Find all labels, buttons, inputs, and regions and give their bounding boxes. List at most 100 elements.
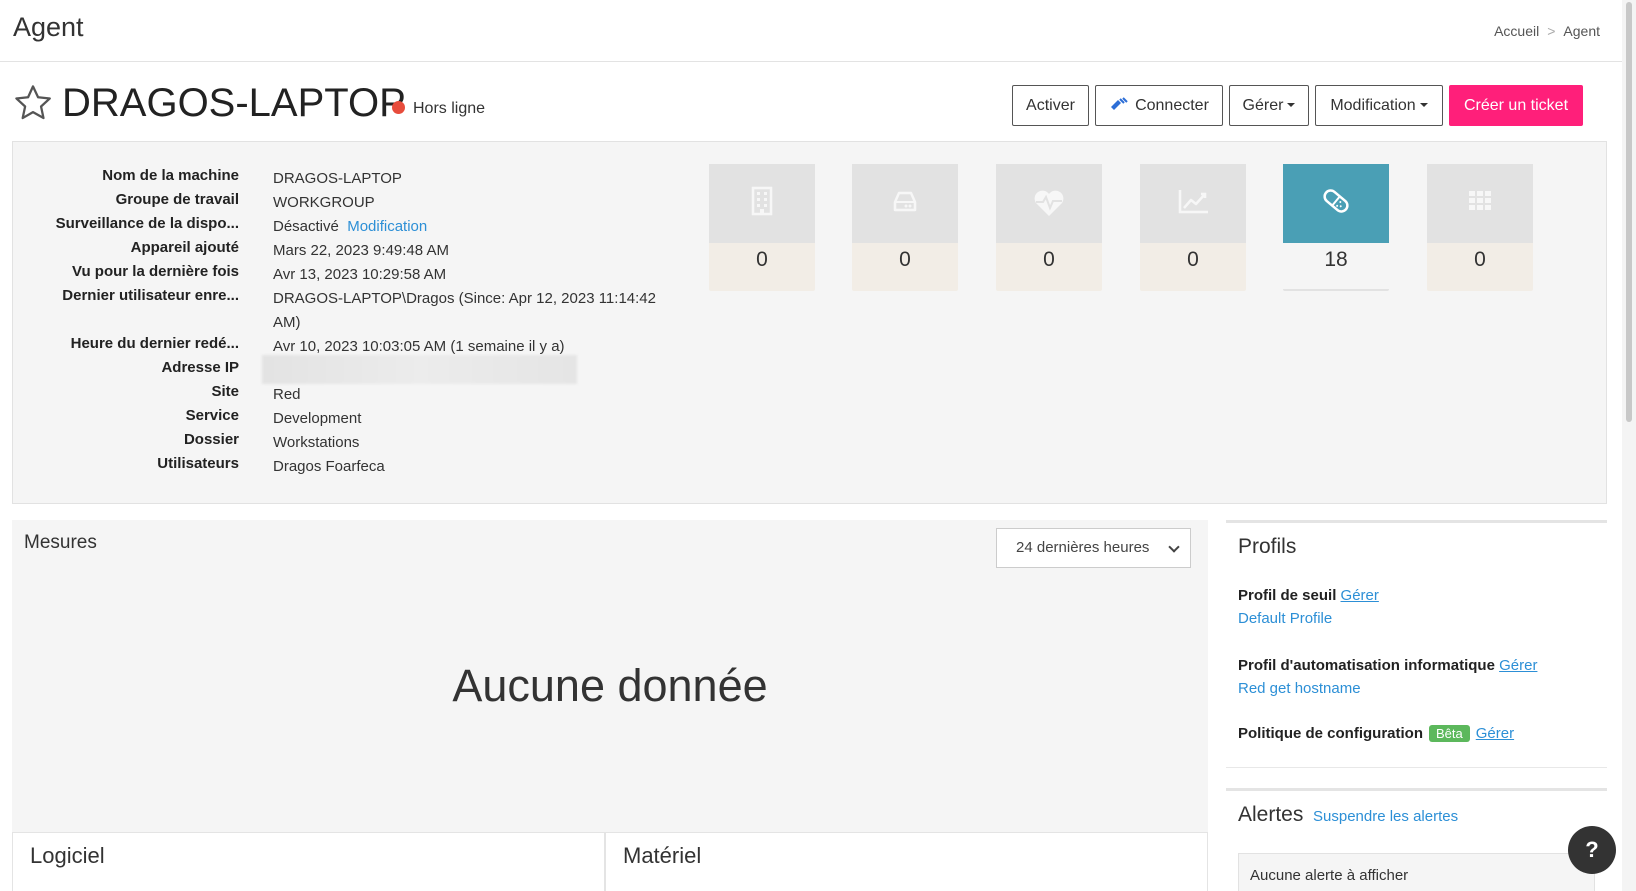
heartbeat-icon xyxy=(1034,190,1064,216)
info-value: Mars 22, 2023 9:49:48 AM xyxy=(273,242,449,259)
info-label: Site xyxy=(211,383,239,400)
alerts-title: Alertes xyxy=(1238,803,1304,826)
config-policy-row: Politique de configuration Bêta Gérer xyxy=(1238,725,1514,742)
apps-grid-icon xyxy=(1469,191,1491,210)
top-bar: Agent Accueil > Agent xyxy=(0,0,1622,62)
breadcrumb-separator: > xyxy=(1547,23,1556,39)
info-label: Adresse IP xyxy=(161,359,239,376)
status-badge: Hors ligne xyxy=(392,100,485,118)
tile-heartbeat[interactable]: 0 xyxy=(996,164,1102,291)
device-name: DRAGOS-LAPTOP xyxy=(62,81,406,125)
tile-icon-area xyxy=(709,164,815,243)
tile-apps-grid[interactable]: 0 xyxy=(1427,164,1533,291)
info-value: Désactivé Modification xyxy=(273,215,663,239)
edit-label: Modification xyxy=(1330,97,1416,114)
building-icon xyxy=(751,186,773,216)
tile-trend-chart[interactable]: 0 xyxy=(1140,164,1246,291)
alerts-empty-box: Aucune alerte à afficher xyxy=(1238,853,1595,891)
info-label: Appareil ajouté xyxy=(130,239,239,256)
suspend-alerts-link[interactable]: Suspendre les alertes xyxy=(1313,808,1458,825)
info-label: Dossier xyxy=(183,431,239,448)
user-link[interactable]: Dragos Foarfeca xyxy=(273,455,663,479)
scrollbar-thumb[interactable] xyxy=(1626,2,1632,422)
activate-button[interactable]: Activer xyxy=(1012,85,1089,126)
profiles-panel: Profils Profil de seuil Gérer Default Pr… xyxy=(1226,520,1607,768)
caret-down-icon xyxy=(1419,103,1428,107)
manage-label: Gérer xyxy=(1242,97,1284,114)
hard-drive-icon xyxy=(893,191,917,212)
alerts-panel: Alertes Suspendre les alertes Aucune ale… xyxy=(1226,788,1607,891)
info-label: Service xyxy=(185,407,239,424)
chevron-down-icon xyxy=(1168,541,1180,553)
tile-count: 0 xyxy=(899,248,911,271)
availability-status: Désactivé xyxy=(273,218,339,235)
info-label: Surveillance de la dispo... xyxy=(55,215,239,232)
measures-title: Mesures xyxy=(24,532,97,553)
time-range-select[interactable]: 24 dernières heures xyxy=(996,528,1191,568)
automation-profile-link[interactable]: Red get hostname xyxy=(1238,680,1361,697)
help-button[interactable]: ? xyxy=(1568,826,1616,874)
info-label: Heure du dernier redé... xyxy=(70,335,239,352)
manage-dropdown-button[interactable]: Gérer xyxy=(1229,85,1309,126)
info-label: Nom de la machine xyxy=(102,167,239,184)
breadcrumb-current: Agent xyxy=(1563,23,1600,39)
favorite-star-icon[interactable] xyxy=(12,82,54,124)
config-manage-link[interactable]: Gérer xyxy=(1476,725,1514,742)
config-policy-label: Politique de configuration xyxy=(1238,725,1423,742)
automation-profile-row: Profil d'automatisation informatique Gér… xyxy=(1238,657,1537,674)
caret-down-icon xyxy=(1287,103,1296,107)
tile-icon-area xyxy=(1283,164,1389,243)
patch-bandage-icon xyxy=(1323,189,1349,213)
automation-profile-label: Profil d'automatisation informatique xyxy=(1238,657,1495,674)
software-card: Logiciel xyxy=(12,832,605,891)
tile-hard-drive[interactable]: 0 xyxy=(852,164,958,291)
tile-count: 0 xyxy=(756,248,768,271)
info-value: WORKGROUP xyxy=(273,194,375,211)
threshold-profile-row: Profil de seuil Gérer xyxy=(1238,587,1379,604)
ip-address-redacted xyxy=(262,355,577,384)
connect-button[interactable]: Connecter xyxy=(1095,85,1223,126)
automation-manage-link[interactable]: Gérer xyxy=(1499,657,1537,674)
tile-patches[interactable]: 18 xyxy=(1283,164,1389,291)
offline-dot-icon xyxy=(392,101,405,114)
tile-icon-area xyxy=(852,164,958,243)
site-link[interactable]: Red xyxy=(273,383,663,407)
time-range-value: 24 dernières heures xyxy=(1016,539,1150,556)
edit-dropdown-button[interactable]: Modification xyxy=(1315,85,1443,126)
threshold-manage-link[interactable]: Gérer xyxy=(1341,587,1379,604)
tile-count: 0 xyxy=(1474,248,1486,271)
threshold-profile-link[interactable]: Default Profile xyxy=(1238,610,1332,627)
availability-edit-link[interactable]: Modification xyxy=(347,218,427,235)
hardware-card: Matériel xyxy=(605,832,1208,891)
page-scrollbar[interactable] xyxy=(1622,0,1636,891)
measures-panel: Mesures 24 dernières heures Aucune donné… xyxy=(12,520,1208,832)
info-value: Workstations xyxy=(273,434,360,451)
page-title: Agent xyxy=(13,12,84,42)
tile-building[interactable]: 0 xyxy=(709,164,815,291)
tile-icon-area xyxy=(1427,164,1533,243)
no-data-message: Aucune donnée xyxy=(452,660,768,711)
beta-badge: Bêta xyxy=(1429,725,1470,742)
tile-count: 0 xyxy=(1043,248,1055,271)
connect-label: Connecter xyxy=(1135,97,1209,114)
threshold-profile-label: Profil de seuil xyxy=(1238,587,1337,604)
tile-icon-area xyxy=(996,164,1102,243)
info-label: Groupe de travail xyxy=(115,191,239,208)
tile-count: 18 xyxy=(1324,248,1348,271)
hardware-title: Matériel xyxy=(623,843,702,868)
profiles-title: Profils xyxy=(1238,535,1297,558)
tile-count: 0 xyxy=(1187,248,1199,271)
info-value: Development xyxy=(273,410,362,427)
info-label: Dernier utilisateur enre... xyxy=(62,287,239,304)
info-value: DRAGOS-LAPTOP xyxy=(273,170,402,187)
breadcrumb-home[interactable]: Accueil xyxy=(1494,23,1539,39)
software-title: Logiciel xyxy=(30,843,105,868)
info-value: DRAGOS-LAPTOP\Dragos (Since: Apr 12, 202… xyxy=(273,290,656,331)
create-ticket-button[interactable]: Créer un ticket xyxy=(1449,85,1583,126)
tile-icon-area xyxy=(1140,164,1246,243)
status-text: Hors ligne xyxy=(413,100,486,117)
info-value: Avr 13, 2023 10:29:58 AM xyxy=(273,266,447,283)
info-label: Vu pour la dernière fois xyxy=(72,263,239,280)
info-label: Utilisateurs xyxy=(157,455,239,472)
connect-plug-icon xyxy=(1111,97,1128,110)
